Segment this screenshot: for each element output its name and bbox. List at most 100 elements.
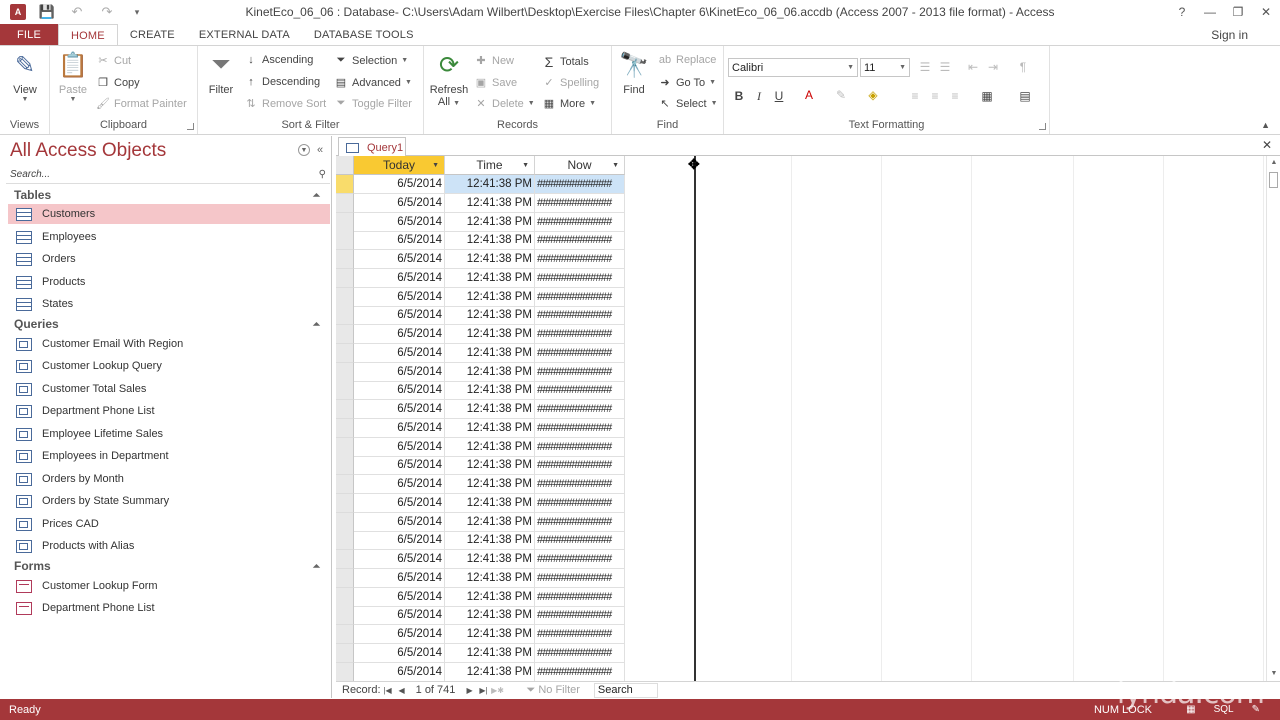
customize-qat-icon[interactable]: ▾	[128, 7, 146, 18]
cell-today[interactable]: 6/5/2014	[354, 325, 445, 344]
gridlines-icon[interactable]: ▦	[978, 89, 996, 103]
cell-today[interactable]: 6/5/2014	[354, 343, 445, 363]
nav-query-item[interactable]: Employee Lifetime Sales	[8, 424, 330, 444]
tab-create[interactable]: CREATE	[118, 24, 187, 46]
cell-today[interactable]: 6/5/2014	[354, 437, 445, 457]
collapse-ribbon-icon[interactable]: ▲	[1261, 120, 1270, 130]
cell-today[interactable]: 6/5/2014	[354, 606, 445, 626]
tab-database-tools[interactable]: DATABASE TOOLS	[302, 24, 426, 46]
new-blank-record-icon[interactable]: ▶✱	[491, 686, 505, 695]
nav-form-item[interactable]: Department Phone List	[8, 598, 330, 618]
next-record-icon[interactable]: ▶	[463, 686, 477, 695]
close-button[interactable]: ✕	[1252, 5, 1280, 19]
font-size-select[interactable]: 11 ▼	[860, 58, 910, 77]
cell-today[interactable]: 6/5/2014	[354, 231, 445, 251]
font-name-select[interactable]: Calibri ▼	[728, 58, 858, 77]
clipboard-launcher-icon[interactable]	[187, 123, 194, 130]
italic-button[interactable]: I	[750, 89, 768, 104]
cell-time[interactable]: 12:41:38 PM	[445, 568, 535, 588]
toggle-filter-button[interactable]: ⏷ Toggle Filter	[334, 97, 412, 110]
format-painter-button[interactable]: 🖌 Format Painter	[96, 97, 187, 111]
cell-now[interactable]: ##############	[535, 306, 625, 326]
copy-button[interactable]: ❐ Copy	[96, 76, 140, 90]
cell-time[interactable]: 12:41:38 PM	[445, 343, 535, 363]
fill-color-icon[interactable]: ◈	[864, 88, 882, 102]
cell-today[interactable]: 6/5/2014	[354, 306, 445, 326]
cell-now[interactable]: ##############	[535, 456, 625, 476]
nav-query-item[interactable]: Employees in Department	[8, 446, 330, 466]
row-selector[interactable]	[336, 493, 354, 513]
column-header-now[interactable]: Now ▼	[535, 156, 625, 175]
cell-now[interactable]: ##############	[535, 381, 625, 401]
save-icon[interactable]: 💾	[38, 4, 56, 20]
sign-in-link[interactable]: Sign in	[1211, 28, 1248, 42]
first-record-icon[interactable]: |◀	[381, 686, 395, 695]
cell-now[interactable]: ##############	[535, 175, 625, 194]
new-record-button[interactable]: ✚ New	[474, 54, 514, 68]
cell-now[interactable]: ##############	[535, 231, 625, 251]
cell-now[interactable]: ##############	[535, 475, 625, 494]
cell-time[interactable]: 12:41:38 PM	[445, 212, 535, 232]
spelling-button[interactable]: ✓ Spelling	[542, 76, 599, 90]
row-selector[interactable]	[336, 250, 354, 269]
cell-today[interactable]: 6/5/2014	[354, 400, 445, 419]
undo-icon[interactable]: ↶	[68, 4, 86, 20]
nav-query-item[interactable]: Customer Total Sales	[8, 379, 330, 399]
cell-now[interactable]: ##############	[535, 643, 625, 663]
cell-now[interactable]: ##############	[535, 343, 625, 363]
nav-query-item[interactable]: Orders by State Summary	[8, 491, 330, 511]
tables-section-header[interactable]: Tables ⏶	[6, 185, 330, 205]
descending-button[interactable]: ↑ Descending	[244, 76, 320, 88]
row-selector[interactable]	[336, 381, 354, 401]
cell-time[interactable]: 12:41:38 PM	[445, 250, 535, 269]
bullets-icon[interactable]: ☰	[916, 60, 934, 74]
cell-today[interactable]: 6/5/2014	[354, 362, 445, 382]
select-all-corner[interactable]	[336, 156, 354, 175]
vertical-scrollbar[interactable]: ▲ ▼	[1266, 156, 1280, 681]
select-button[interactable]: ↖ Select ▼	[658, 97, 717, 111]
cell-today[interactable]: 6/5/2014	[354, 550, 445, 569]
row-selector[interactable]	[336, 531, 354, 551]
cell-today[interactable]: 6/5/2014	[354, 587, 445, 607]
nav-query-item[interactable]: Customer Lookup Query	[8, 356, 330, 376]
replace-button[interactable]: ab Replace	[658, 54, 716, 66]
row-selector[interactable]	[336, 456, 354, 476]
filter-button[interactable]: ⏷ Filter	[204, 50, 238, 96]
remove-sort-button[interactable]: ⇅ Remove Sort	[244, 97, 326, 111]
dropdown-arrow-icon[interactable]: ▼	[612, 162, 619, 169]
minimize-button[interactable]: —	[1196, 5, 1224, 19]
row-selector[interactable]	[336, 662, 354, 681]
row-selector[interactable]	[336, 512, 354, 532]
row-selector[interactable]	[336, 475, 354, 494]
row-selector[interactable]	[336, 193, 354, 213]
align-center-icon[interactable]: ≡	[926, 89, 944, 103]
align-left-icon[interactable]: ≡	[906, 89, 924, 103]
cell-time[interactable]: 12:41:38 PM	[445, 512, 535, 532]
cell-time[interactable]: 12:41:38 PM	[445, 287, 535, 307]
cell-time[interactable]: 12:41:38 PM	[445, 606, 535, 626]
access-app-icon[interactable]: A	[10, 4, 26, 20]
cell-time[interactable]: 12:41:38 PM	[445, 625, 535, 644]
nav-query-item[interactable]: Orders by Month	[8, 469, 330, 489]
row-selector[interactable]	[336, 268, 354, 288]
cell-time[interactable]: 12:41:38 PM	[445, 231, 535, 251]
save-record-button[interactable]: ▣ Save	[474, 76, 517, 90]
cell-now[interactable]: ##############	[535, 606, 625, 626]
paste-button[interactable]: 📋 Paste ▼	[56, 50, 90, 104]
cell-now[interactable]: ##############	[535, 512, 625, 532]
row-selector[interactable]	[336, 287, 354, 307]
cell-today[interactable]: 6/5/2014	[354, 625, 445, 644]
cell-time[interactable]: 12:41:38 PM	[445, 550, 535, 569]
cell-now[interactable]: ##############	[535, 531, 625, 551]
forms-section-header[interactable]: Forms ⏶	[6, 556, 330, 576]
cell-now[interactable]: ##############	[535, 250, 625, 269]
tab-external-data[interactable]: EXTERNAL DATA	[187, 24, 302, 46]
cell-time[interactable]: 12:41:38 PM	[445, 662, 535, 681]
nav-menu-chevron-icon[interactable]: ▼	[298, 144, 310, 156]
cell-now[interactable]: ##############	[535, 550, 625, 569]
cell-now[interactable]: ##############	[535, 325, 625, 344]
row-selector[interactable]	[336, 231, 354, 251]
scroll-thumb[interactable]	[1269, 172, 1278, 188]
goto-button[interactable]: ➜ Go To ▼	[658, 76, 716, 90]
cell-now[interactable]: ##############	[535, 568, 625, 588]
